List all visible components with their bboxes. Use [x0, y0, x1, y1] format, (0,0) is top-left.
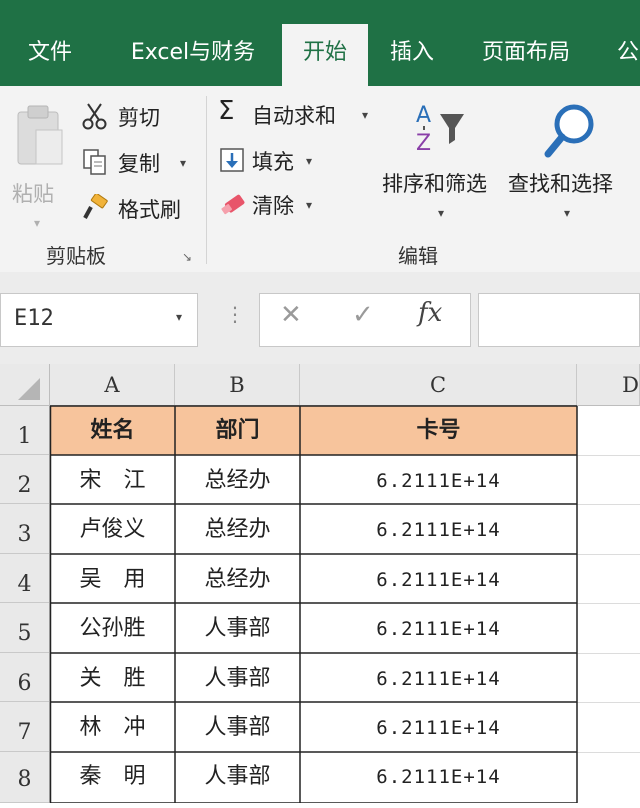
table-border-overlay: [49, 405, 578, 803]
